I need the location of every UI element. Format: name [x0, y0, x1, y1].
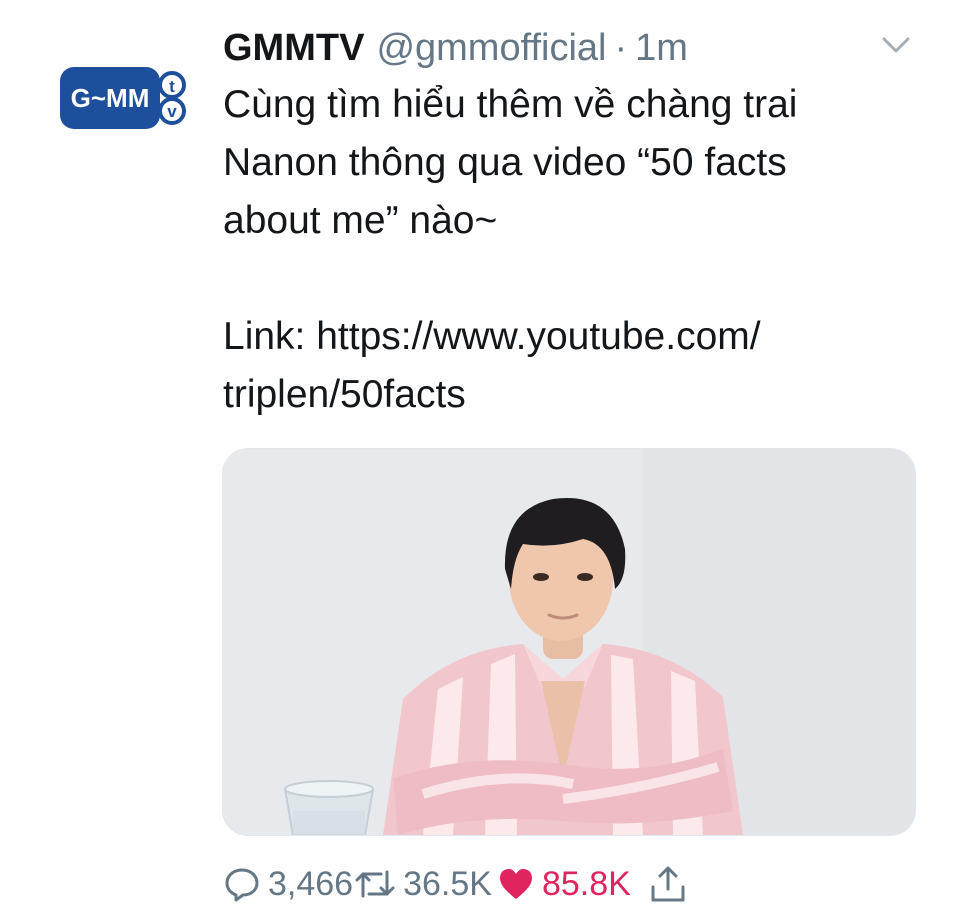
tweet-link-line[interactable]: Link: https://www.youtube.com/ — [223, 308, 923, 366]
heart-filled-icon — [499, 869, 532, 899]
tweet-text-line: Cùng tìm hiểu thêm về chàng trai — [223, 83, 798, 126]
header-separator: · — [614, 27, 628, 69]
like-button[interactable]: 85.8K — [498, 865, 631, 904]
retweet-count: 36.5K — [403, 864, 492, 903]
tweet-timestamp[interactable]: 1m — [635, 20, 688, 76]
tweet-link-line[interactable]: triplen/50facts — [223, 366, 923, 424]
tweet-text: Cùng tìm hiểu thêm về chàng trai Nanon t… — [223, 76, 923, 424]
logo-badge-t: t — [169, 77, 175, 96]
logo-badge-v: v — [167, 102, 177, 121]
tweet-text-line: about me” nào~ — [223, 199, 498, 242]
tweet-actions: 3,466 36.5K 85.8K — [224, 858, 687, 910]
reply-icon — [225, 868, 259, 902]
retweet-button[interactable]: 36.5K — [355, 865, 492, 904]
user-handle[interactable]: @gmmofficial — [376, 20, 606, 76]
photo-illustration — [223, 449, 915, 835]
tweet-header: GMMTV @gmmofficial · 1m — [223, 20, 688, 76]
avatar[interactable]: G~MM t v — [58, 63, 188, 133]
reply-count: 3,466 — [268, 864, 354, 903]
share-button[interactable] — [649, 865, 687, 903]
chevron-down-icon — [882, 37, 910, 53]
tweet-media-photo[interactable] — [222, 448, 916, 836]
like-count: 85.8K — [541, 864, 631, 903]
tweet-text-line: Nanon thông qua video “50 facts — [223, 141, 787, 184]
share-icon — [651, 866, 685, 902]
logo-text: G~MM — [71, 83, 150, 113]
retweet-icon — [355, 870, 395, 898]
gmmtv-logo-icon: G~MM t v — [60, 67, 186, 129]
reply-button[interactable]: 3,466 — [224, 865, 353, 904]
display-name[interactable]: GMMTV — [223, 20, 364, 76]
glass-shape — [283, 780, 375, 835]
more-options-button[interactable] — [876, 30, 916, 60]
